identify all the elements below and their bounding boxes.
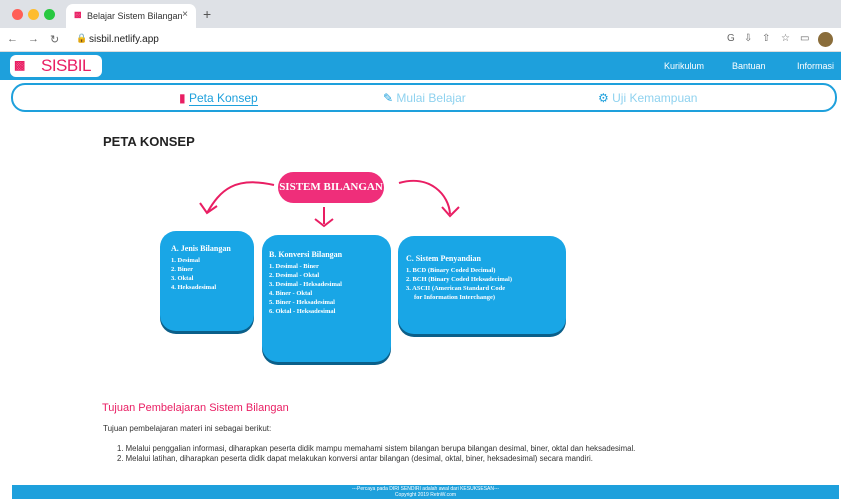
address-bar: ← → ↻ 🔒 sisbil.netlify.app G ⇩ ⇧ ☆ ▭: [0, 28, 841, 52]
share-icon[interactable]: ⇧: [762, 33, 770, 44]
goal-list: 1. Melalui penggalian informasi, diharap…: [117, 444, 635, 464]
new-tab-icon[interactable]: +: [203, 6, 211, 22]
list-item: 1. BCD (Binary Coded Decimal): [406, 267, 496, 274]
menu-uji-kemampuan-label: Uji Kemampuan: [612, 91, 698, 105]
browser-tab-strip: ▩ Belajar Sistem Bilangan × +: [0, 0, 841, 28]
menu-peta-konsep[interactable]: ▮ Peta Konsep: [179, 91, 258, 106]
nav-informasi[interactable]: Informasi: [797, 61, 834, 71]
goal-intro: Tujuan pembelajaran materi ini sebagai b…: [103, 424, 272, 433]
page-title: PETA KONSEP: [103, 134, 195, 149]
maximize-window-icon[interactable]: [44, 9, 55, 20]
lock-icon: 🔒: [76, 33, 88, 43]
site-header: ▩ SISBIL Kurikulum Bantuan Informasi: [0, 52, 841, 80]
center-node: SISTEM BILANGAN: [278, 172, 384, 203]
arrowhead-right: [441, 206, 460, 218]
bar-chart-icon: ▮: [179, 91, 186, 105]
goal-title: Tujuan Pembelajaran Sistem Bilangan: [102, 402, 289, 414]
list-item: 3. ASCII (American Standard Code: [406, 285, 506, 292]
list-item: 2. Biner: [171, 266, 194, 273]
box-title: C. Sistem Penyandian: [406, 254, 481, 263]
nav-kurikulum[interactable]: Kurikulum: [664, 61, 704, 71]
sidebar-icon[interactable]: ▭: [800, 33, 809, 44]
menu-mulai-belajar[interactable]: ✎ Mulai Belajar: [383, 91, 466, 105]
box-konversi-bilangan: B. Konversi Bilangan 1. Desimal - Biner …: [262, 235, 391, 362]
goal-item: 2. Melalui latihan, diharapkan peserta d…: [117, 454, 593, 463]
browser-tab-title: Belajar Sistem Bilangan: [87, 11, 183, 21]
list-item: for Information Interchange): [414, 294, 496, 301]
gear-icon: ⚙: [598, 91, 609, 105]
back-icon[interactable]: ←: [7, 33, 18, 45]
site-logo[interactable]: ▩ SISBIL: [10, 55, 102, 77]
logo-text: SISBIL: [41, 56, 91, 75]
bookmark-icon[interactable]: ☆: [781, 33, 790, 44]
arrow-left: [206, 181, 275, 214]
page-footer: ---Percaya pada DIRI SENDIRI adalah awal…: [12, 485, 839, 499]
list-item: 2. Desimal - Oktal: [269, 272, 320, 279]
feather-icon: ✎: [383, 91, 394, 105]
site-favicon-icon: ▩: [74, 10, 82, 19]
menu-uji-kemampuan[interactable]: ⚙ Uji Kemampuan: [598, 91, 697, 105]
box-title: A. Jenis Bilangan: [171, 244, 231, 253]
list-item: 5. Biner - Heksadesimal: [269, 299, 335, 306]
google-icon[interactable]: G: [727, 33, 735, 44]
list-item: 1. Desimal: [171, 257, 200, 264]
arrowhead-left: [199, 202, 218, 215]
close-window-icon[interactable]: [12, 9, 23, 20]
arrow-right: [398, 180, 451, 215]
reload-icon[interactable]: ↻: [50, 33, 59, 46]
browser-tab[interactable]: ▩ Belajar Sistem Bilangan ×: [66, 4, 196, 28]
list-item: 2. BCH (Binary Coded Heksadecimal): [406, 276, 512, 283]
box-sistem-penyandian: C. Sistem Penyandian 1. BCD (Binary Code…: [398, 236, 566, 334]
install-icon[interactable]: ⇩: [744, 33, 752, 44]
logo-icon: ▩: [14, 58, 26, 72]
list-item: 1. Desimal - Biner: [269, 263, 319, 270]
main-menu: ▮ Peta Konsep ✎ Mulai Belajar ⚙ Uji Kema…: [11, 83, 837, 112]
list-item: 4. Heksadesimal: [171, 284, 217, 291]
list-item: 3. Desimal - Heksadesimal: [269, 281, 342, 288]
close-tab-icon[interactable]: ×: [182, 9, 188, 20]
url-field[interactable]: sisbil.netlify.app: [89, 34, 159, 45]
menu-peta-konsep-label: Peta Konsep: [188, 91, 258, 106]
arrowhead-middle: [314, 218, 334, 228]
list-item: 3. Oktal: [171, 275, 194, 282]
list-item: 6. Oktal - Heksadesimal: [269, 308, 336, 315]
list-item: 4. Biner - Oktal: [269, 290, 313, 297]
minimize-window-icon[interactable]: [28, 9, 39, 20]
menu-mulai-belajar-label: Mulai Belajar: [396, 91, 466, 105]
box-jenis-bilangan: A. Jenis Bilangan 1. Desimal 2. Biner 3.…: [160, 231, 254, 331]
forward-icon[interactable]: →: [28, 33, 39, 45]
nav-bantuan[interactable]: Bantuan: [732, 61, 766, 71]
box-title: B. Konversi Bilangan: [269, 250, 343, 259]
footer-copyright: Copyright 2019 RetnW.com: [394, 492, 457, 498]
profile-avatar[interactable]: [818, 32, 833, 47]
goal-item: 1. Melalui penggalian informasi, diharap…: [117, 444, 636, 453]
